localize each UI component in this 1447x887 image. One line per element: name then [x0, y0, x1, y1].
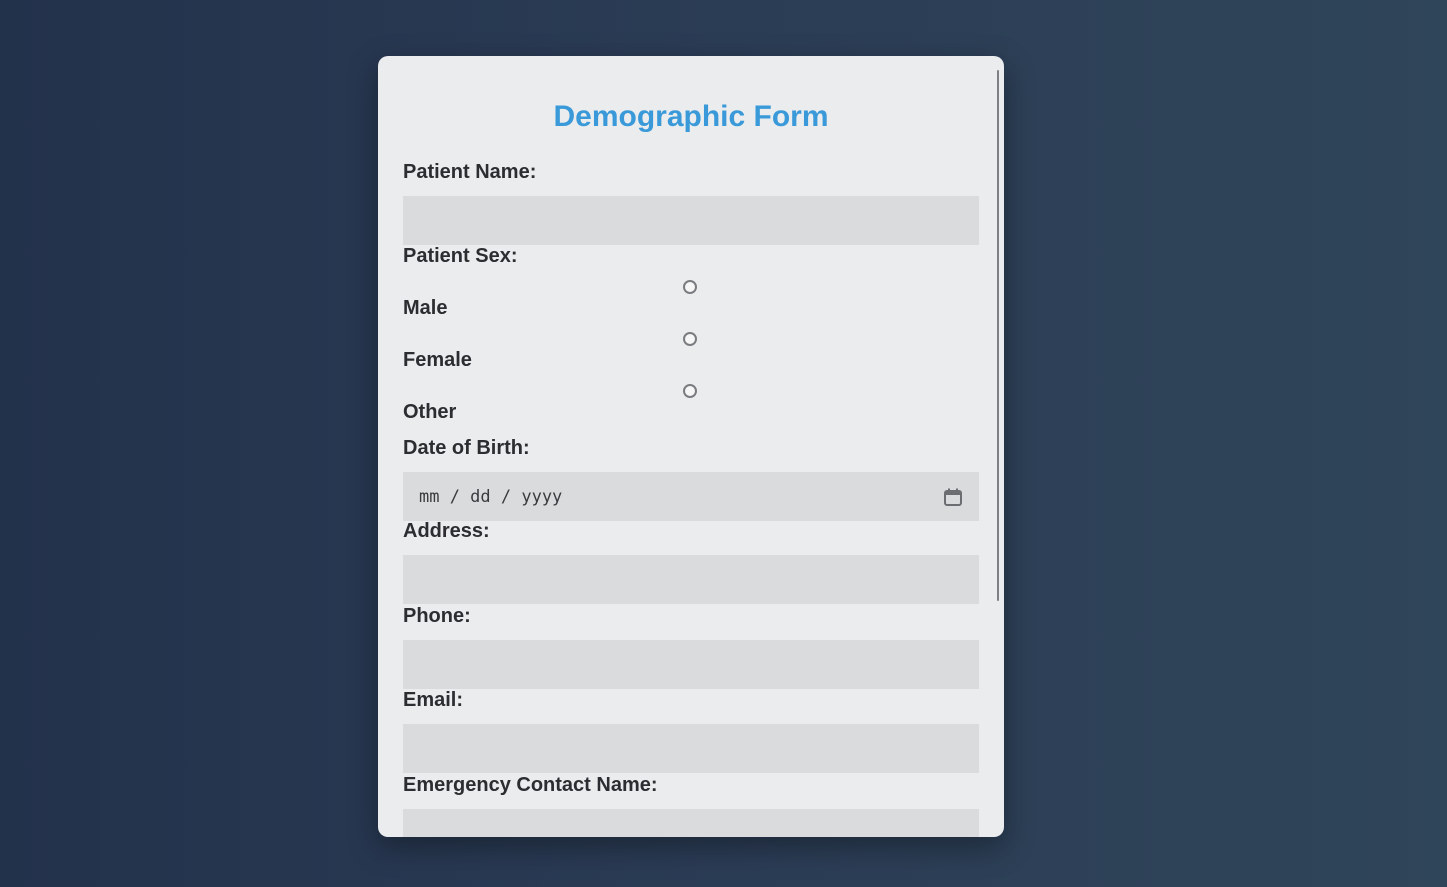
patient-sex-label: Patient Sex: — [403, 245, 518, 267]
patient-name-input[interactable] — [403, 196, 979, 245]
address-label: Address: — [403, 520, 490, 542]
sex-female-radio[interactable] — [683, 332, 697, 346]
emergency-contact-name-input[interactable] — [403, 809, 979, 837]
sex-male-radio[interactable] — [683, 280, 697, 294]
scrollbar[interactable] — [997, 70, 999, 601]
form-title: Demographic Form — [553, 100, 829, 133]
patient-name-label: Patient Name: — [403, 161, 537, 183]
sex-other-label: Other — [403, 401, 457, 423]
date-of-birth-placeholder: mm / dd / yyyy — [419, 486, 563, 507]
sex-female-label: Female — [403, 349, 472, 371]
email-input[interactable] — [403, 724, 979, 773]
demographic-form-card: Demographic Form Patient Name: Patient S… — [378, 56, 1004, 837]
sex-male-label: Male — [403, 297, 448, 319]
date-of-birth-label: Date of Birth: — [403, 437, 530, 459]
emergency-contact-name-label: Emergency Contact Name: — [403, 774, 658, 796]
phone-input[interactable] — [403, 640, 979, 689]
sex-other-radio[interactable] — [683, 384, 697, 398]
date-of-birth-input[interactable]: mm / dd / yyyy — [403, 472, 979, 521]
email-label: Email: — [403, 689, 464, 711]
phone-label: Phone: — [403, 605, 471, 627]
address-input[interactable] — [403, 555, 979, 604]
calendar-icon[interactable] — [943, 487, 963, 507]
